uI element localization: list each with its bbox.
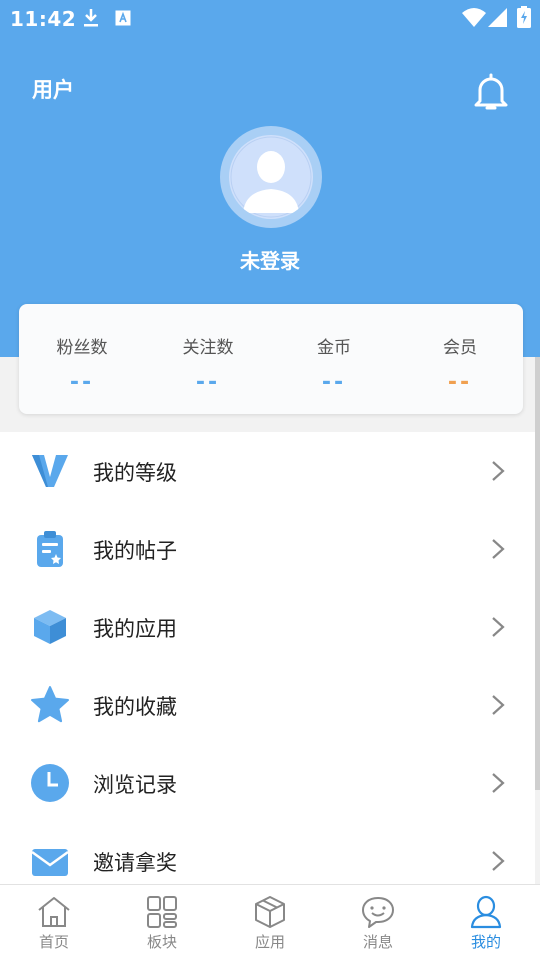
stat-value: -- — [321, 370, 347, 395]
chevron-right-icon — [492, 695, 505, 715]
bell-icon[interactable] — [472, 72, 510, 112]
chevron-right-icon — [492, 851, 505, 871]
menu-label: 我的收藏 — [93, 695, 177, 719]
scroll-indicator — [535, 357, 540, 790]
menu-item-level[interactable]: 我的等级 — [0, 432, 535, 510]
chat-icon — [362, 897, 394, 928]
chevron-right-icon — [492, 539, 505, 559]
cube-icon — [34, 610, 66, 644]
tab-label: 消息 — [362, 933, 393, 951]
clipboard-icon — [37, 531, 63, 567]
page-title: 用户 — [32, 78, 74, 102]
menu-label: 浏览记录 — [93, 773, 177, 797]
chevron-right-icon — [492, 773, 505, 793]
download-icon — [84, 9, 98, 27]
stat-followers[interactable]: 粉丝数 -- — [19, 304, 145, 414]
menu-label: 我的帖子 — [93, 539, 177, 563]
avatar[interactable] — [220, 126, 322, 228]
wifi-icon — [462, 8, 486, 27]
envelope-icon — [31, 849, 69, 876]
tab-label: 我的 — [470, 933, 501, 951]
grid-icon — [147, 896, 177, 928]
stat-label: 关注数 — [182, 338, 234, 358]
stat-following[interactable]: 关注数 -- — [145, 304, 271, 414]
menu-item-favorites[interactable]: 我的收藏 — [0, 666, 535, 744]
tab-apps[interactable]: 应用 — [216, 885, 324, 960]
stat-coins[interactable]: 金币 -- — [271, 304, 397, 414]
menu-item-invite[interactable]: 邀请拿奖 — [0, 822, 535, 884]
keyboard-icon — [115, 10, 131, 26]
battery-icon — [517, 6, 531, 28]
tab-sections[interactable]: 板块 — [108, 885, 216, 960]
chevron-right-icon — [492, 461, 505, 481]
profile-menu: 我的等级 我的帖子 我的应用 我的收藏 浏览记录 邀请拿奖 — [0, 432, 535, 884]
stat-value: -- — [195, 370, 221, 395]
menu-label: 我的等级 — [93, 461, 177, 485]
stats-card: 粉丝数 -- 关注数 -- 金币 -- 会员 -- — [19, 304, 523, 414]
avatar-person-icon — [230, 136, 312, 218]
cube-outline-icon — [255, 896, 285, 928]
level-v-icon — [32, 455, 68, 487]
tab-label: 板块 — [146, 933, 177, 951]
stat-value: -- — [69, 370, 95, 395]
chevron-right-icon — [492, 617, 505, 637]
stat-membership[interactable]: 会员 -- — [397, 304, 523, 414]
tab-mine[interactable]: 我的 — [432, 885, 540, 960]
tab-label: 应用 — [254, 933, 285, 951]
status-bar: 11:42 — [0, 0, 540, 36]
user-icon — [470, 895, 502, 929]
bottom-tab-bar: 首页 板块 应用 消息 我的 — [0, 884, 540, 960]
login-status[interactable]: 未登录 — [0, 245, 540, 274]
tab-messages[interactable]: 消息 — [324, 885, 432, 960]
cellular-signal-icon — [488, 8, 507, 27]
menu-item-posts[interactable]: 我的帖子 — [0, 510, 535, 588]
tab-home[interactable]: 首页 — [0, 885, 108, 960]
menu-label: 我的应用 — [93, 617, 177, 641]
stat-label: 会员 — [443, 338, 477, 358]
avatar-placeholder — [229, 135, 313, 219]
stat-label: 金币 — [317, 338, 351, 358]
home-icon — [38, 897, 70, 927]
star-icon — [31, 686, 69, 723]
menu-label: 邀请拿奖 — [93, 851, 177, 875]
tab-label: 首页 — [38, 933, 69, 951]
stat-label: 粉丝数 — [56, 338, 108, 358]
clock-icon — [31, 764, 69, 802]
menu-item-apps[interactable]: 我的应用 — [0, 588, 535, 666]
status-time: 11:42 — [10, 7, 77, 31]
stat-value: -- — [447, 370, 473, 395]
menu-item-history[interactable]: 浏览记录 — [0, 744, 535, 822]
